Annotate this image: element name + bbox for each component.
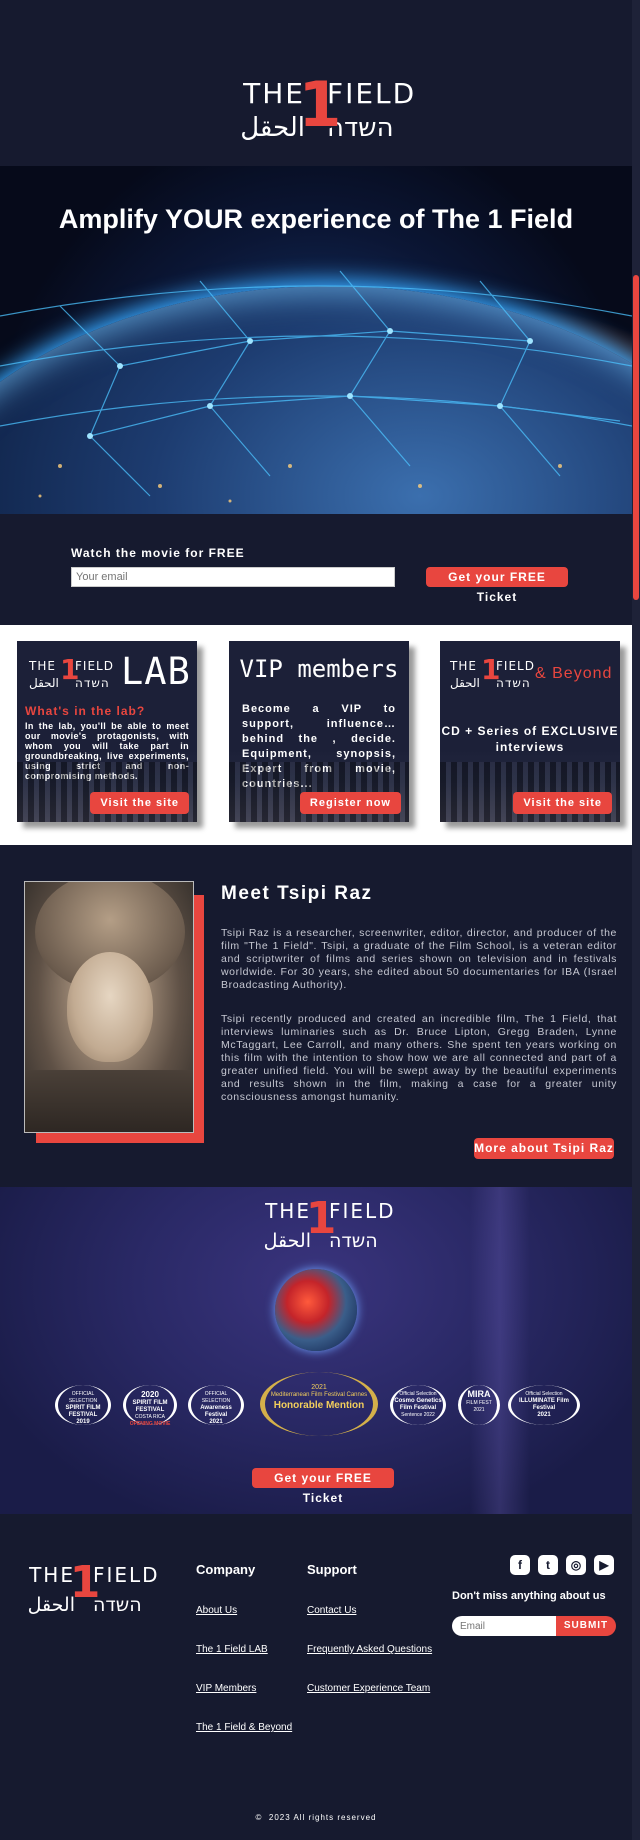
site-logo[interactable]: THE FIELD 1 الحقل השדה <box>230 74 414 150</box>
youtube-icon[interactable]: ▶ <box>594 1555 614 1575</box>
honorable-mention-award: 2021 Mediterranean Film Festival Cannes … <box>260 1372 378 1436</box>
earth-logo-image <box>275 1269 357 1351</box>
copyright-icon: © <box>255 1813 263 1822</box>
logo-the: THE <box>243 77 305 110</box>
beyond-card-logo: THE FIELD 1 الحقل השדה <box>450 653 535 690</box>
bio-paragraph-2: Tsipi recently produced and created an i… <box>221 1013 617 1103</box>
awards-section: THE FIELD 1 الحقل השדה OFFICIAL SELECTION … <box>0 1187 632 1514</box>
vip-card[interactable]: VIP members Become a VIP to support, inf… <box>229 641 409 822</box>
logo-arabic: الحقل <box>29 676 59 690</box>
hero-headline: Amplify YOUR experience of The 1 Field <box>58 204 574 234</box>
footer-link-beyond[interactable]: The 1 Field & Beyond <box>196 1722 292 1733</box>
logo-field: FIELD <box>75 659 114 673</box>
beyond-card-title: & Beyond <box>535 665 613 682</box>
copyright-text: 2023 All rights reserved <box>268 1813 377 1822</box>
bio-paragraph-1: Tsipi Raz is a researcher, screenwriter,… <box>221 927 617 991</box>
logo-the: THE <box>450 659 477 673</box>
footer-link-vip[interactable]: VIP Members <box>196 1683 256 1694</box>
newsletter-label: Don't miss anything about us <box>452 1590 606 1602</box>
lab-card-title: LAB <box>121 650 191 693</box>
logo-the: THE <box>265 1199 311 1223</box>
support-heading: Support <box>307 1562 357 1577</box>
logo-arabic: الحقل <box>263 1230 311 1252</box>
logo-one: 1 <box>69 1557 101 1608</box>
get-free-ticket-button[interactable]: Get your FREE Ticket <box>426 567 568 604</box>
footer-link-about-us[interactable]: About Us <box>196 1605 237 1616</box>
copyright: © 2023 All rights reserved <box>0 1813 632 1822</box>
logo-hebrew: השדה <box>93 1594 142 1616</box>
logo-field: FIELD <box>496 659 535 673</box>
twitter-icon[interactable]: t <box>538 1555 558 1575</box>
footer-link-cx-team[interactable]: Customer Experience Team <box>307 1683 430 1694</box>
logo-one: 1 <box>298 68 342 141</box>
logo-hebrew: השדה <box>329 1230 378 1252</box>
submit-button[interactable]: SUBMIT <box>556 1616 616 1636</box>
awards-logo: THE FIELD 1 الحقل השדה <box>256 1197 396 1255</box>
footer-link-faq[interactable]: Frequently Asked Questions <box>307 1644 432 1655</box>
footer-link-lab[interactable]: The 1 Field LAB <box>196 1644 268 1655</box>
facebook-icon[interactable]: f <box>510 1555 530 1575</box>
hero-banner: Amplify YOUR experience of The 1 Field <box>0 166 632 514</box>
meet-section: Meet Tsipi Raz Tsipi Raz is a researcher… <box>0 845 632 1187</box>
logo-arabic: الحقل <box>450 676 480 690</box>
register-now-button[interactable]: Register now <box>299 792 401 814</box>
vip-card-title: VIP members <box>239 655 399 683</box>
logo-field: FIELD <box>93 1563 160 1587</box>
instagram-icon[interactable]: ◎ <box>566 1555 586 1575</box>
beyond-card[interactable]: THE FIELD 1 الحقل השדה & Beyond CD + Serie… <box>440 641 620 822</box>
laurel-award: Official Selection Cosmo Genetics Film F… <box>390 1385 446 1425</box>
logo-one: 1 <box>60 653 81 686</box>
laurel-award: MIRA FILM FEST 2021 <box>458 1385 500 1425</box>
laurel-award: Official Selection ILLUMINATE Film Festi… <box>508 1385 580 1425</box>
logo-arabic: الحقل <box>240 113 305 143</box>
scrollbar-thumb[interactable] <box>633 275 639 600</box>
laurel-award: 2020 SPIRIT FILM FESTIVAL COSTA RICA OPE… <box>123 1385 177 1427</box>
laurel-award: OFFICIAL SELECTION SPIRIT FILM FESTIVAL … <box>55 1385 111 1425</box>
get-free-ticket-button[interactable]: Get your FREE Ticket <box>252 1468 394 1505</box>
beyond-card-text: CD + Series of EXCLUSIVE interviews <box>441 724 619 754</box>
logo-the: THE <box>29 1563 75 1587</box>
footer-link-contact[interactable]: Contact Us <box>307 1605 356 1616</box>
meet-title: Meet Tsipi Raz <box>221 883 373 904</box>
signup-label: Watch the movie for FREE <box>71 546 245 560</box>
lab-card-question: What's in the lab? <box>25 704 146 718</box>
site-footer: THE FIELD 1 الحقل השדה Company About Us Th… <box>0 1514 632 1840</box>
newsletter-email-input[interactable] <box>452 1616 568 1636</box>
lab-card-logo: THE FIELD 1 الحقل השדה <box>29 653 114 690</box>
lab-card[interactable]: THE FIELD 1 الحقل השדה LAB What's in the l… <box>17 641 197 822</box>
laurel-award: OFFICIAL SELECTION Awareness Festival 20… <box>188 1385 244 1425</box>
more-about-button[interactable]: More about Tsipi Raz <box>474 1138 614 1159</box>
email-input[interactable] <box>71 567 395 587</box>
logo-arabic: الحقل <box>27 1594 75 1616</box>
visit-beyond-button[interactable]: Visit the site <box>513 792 612 814</box>
visit-lab-button[interactable]: Visit the site <box>90 792 189 814</box>
footer-logo[interactable]: THE FIELD 1 الحقل השדה <box>20 1561 160 1619</box>
logo-the: THE <box>29 659 56 673</box>
logo-field: FIELD <box>329 1199 396 1223</box>
tsipi-raz-photo <box>24 881 194 1133</box>
logo-one: 1 <box>305 1193 337 1244</box>
cards-section: THE FIELD 1 الحقل השדה LAB What's in the l… <box>0 625 632 845</box>
logo-one: 1 <box>481 653 502 686</box>
company-heading: Company <box>196 1562 256 1577</box>
